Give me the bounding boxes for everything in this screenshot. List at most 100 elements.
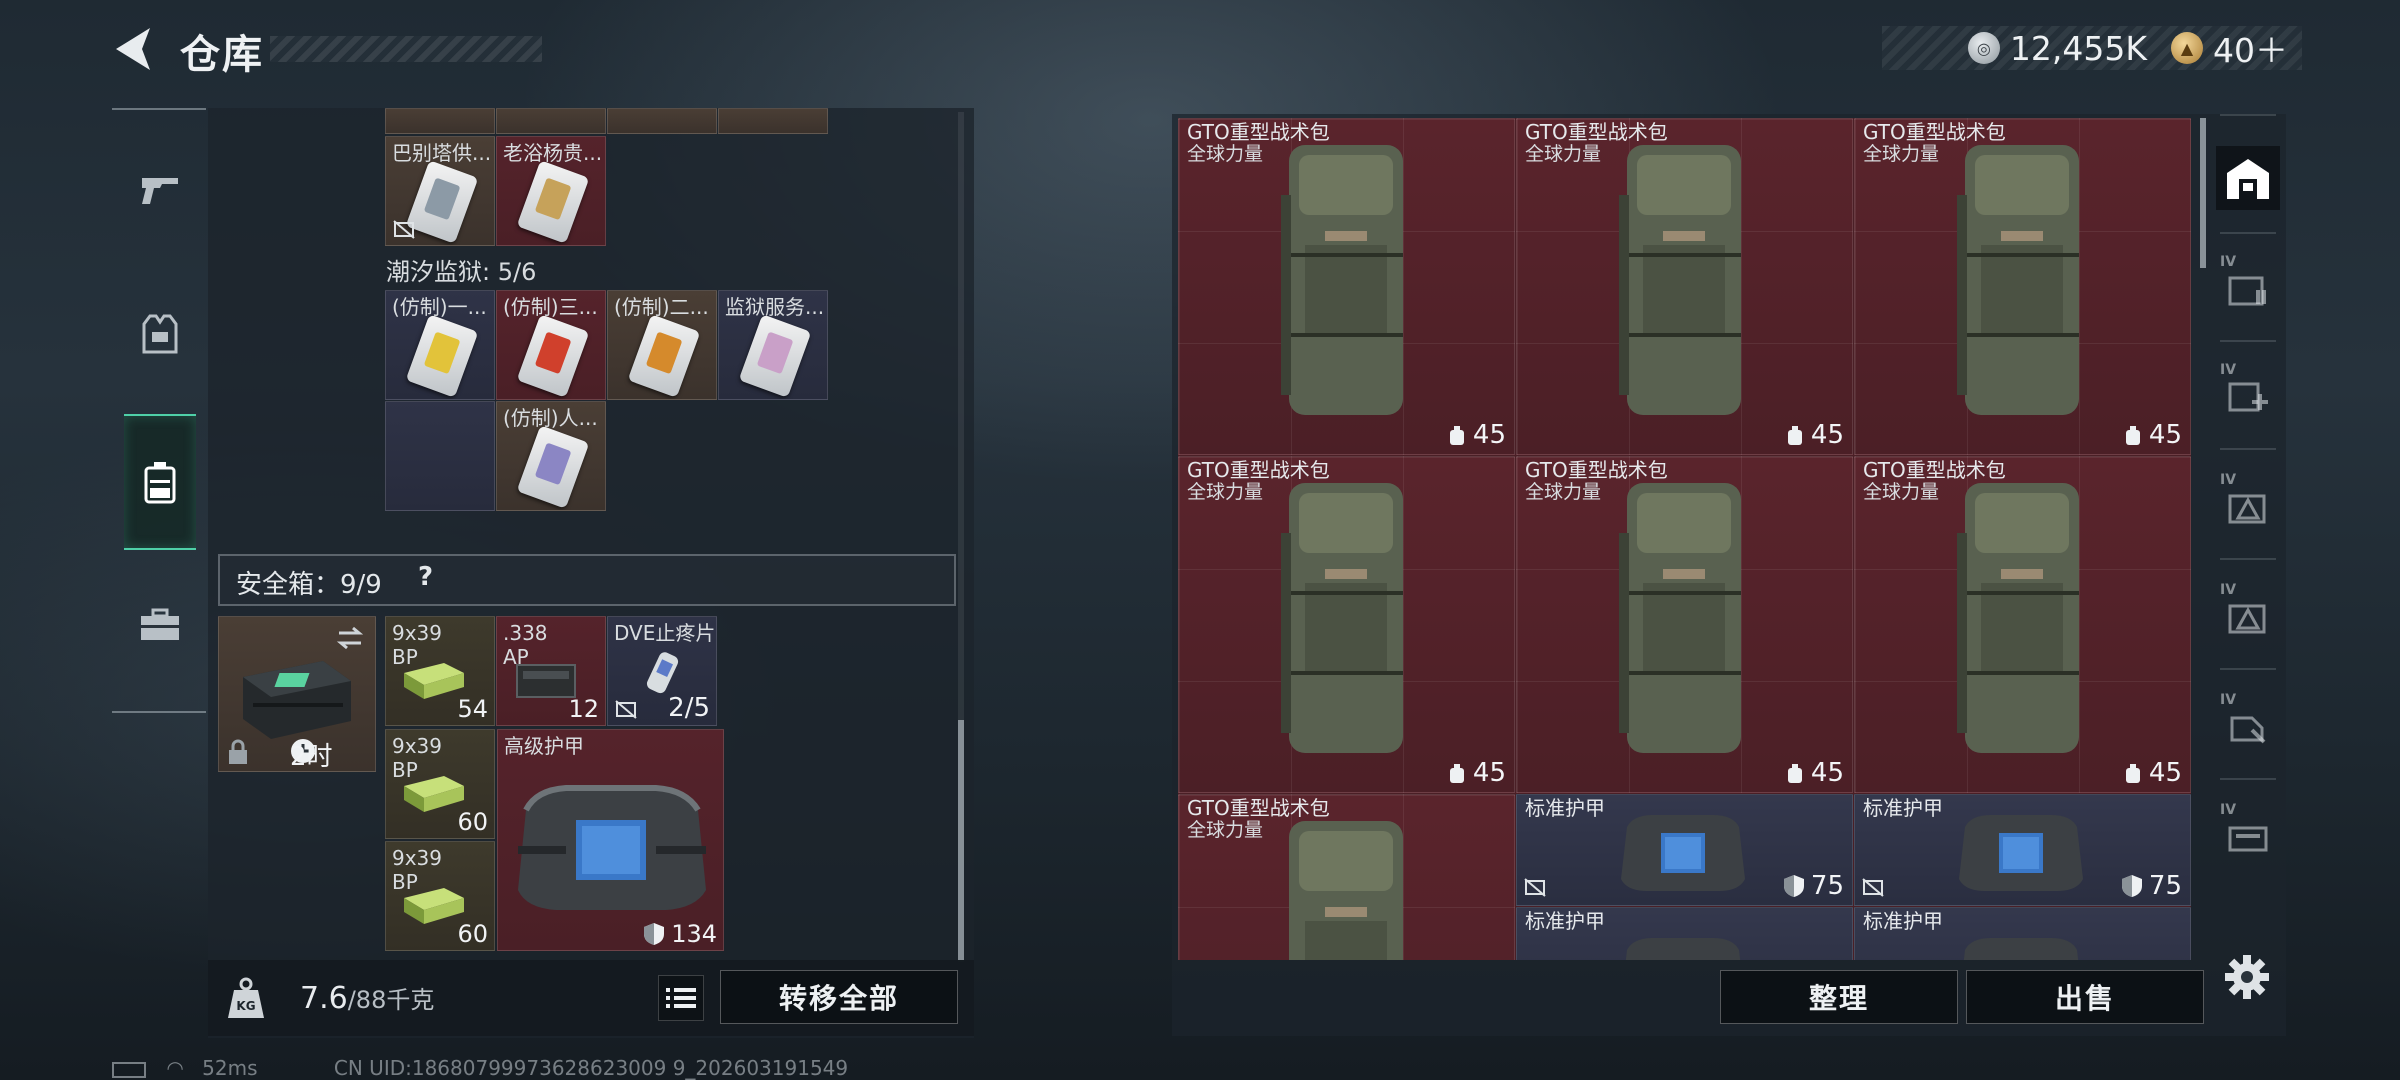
tab-storage-3[interactable]: IV xyxy=(2216,362,2280,428)
inventory-item-card[interactable]: (仿制)人... xyxy=(496,401,606,511)
storage-item-armor[interactable]: 标准护甲 xyxy=(1516,907,1853,960)
backpack-icon xyxy=(1957,483,2079,753)
storage-item-armor[interactable]: 标准护甲 xyxy=(1854,907,2191,960)
inventory-empty-slot[interactable] xyxy=(385,401,495,511)
storage-item-backpack[interactable]: GTO重型战术包 全球力量 xyxy=(1178,794,1515,960)
item-subtitle: 全球力量 xyxy=(1525,481,1602,503)
ammo-item[interactable]: 9x39 BP 60 xyxy=(385,841,495,951)
inventory-item-card[interactable]: 监狱服务... xyxy=(718,290,828,400)
armor-vest-icon xyxy=(1621,815,1745,891)
capacity-badge: 45 xyxy=(2123,758,2182,788)
carry-weight-max: /88千克 xyxy=(347,986,435,1014)
item-subtitle: 全球力量 xyxy=(1863,481,1940,503)
storage-item-backpack[interactable]: GTO重型战术包 全球力量 45 xyxy=(1854,118,2191,455)
backpack-icon xyxy=(1619,483,1741,753)
inventory-item-card[interactable]: (仿制)一... xyxy=(385,290,495,400)
warning-box-icon xyxy=(2228,494,2266,524)
capacity-value: 45 xyxy=(1472,420,1506,450)
tier-label: IV xyxy=(2220,362,2237,378)
swap-icon[interactable] xyxy=(335,625,365,651)
nav-tools[interactable] xyxy=(124,588,196,660)
item-name: 巴别塔供... xyxy=(392,141,492,165)
transfer-all-button[interactable]: 转移全部 xyxy=(720,970,958,1024)
tab-storage-2[interactable]: IV xyxy=(2216,254,2280,320)
inventory-item-partial[interactable] xyxy=(385,108,495,134)
armor-durability-value: 75 xyxy=(2148,871,2182,901)
storage-item-backpack[interactable]: GTO重型战术包 全球力量 45 xyxy=(1178,118,1515,455)
keycard-icon xyxy=(738,314,812,398)
item-name: (仿制)人... xyxy=(503,406,598,430)
backpack-icon xyxy=(1281,145,1403,415)
weapon-case-icon xyxy=(2228,826,2268,852)
tab-storage-4[interactable]: IV xyxy=(2216,472,2280,538)
back-arrow-icon xyxy=(116,28,150,70)
safe-box-label: 安全箱：9/9 xyxy=(236,570,382,600)
svg-text:KG: KG xyxy=(236,999,255,1013)
item-name: (仿制)三... xyxy=(503,295,598,319)
backpack-capacity-icon xyxy=(2125,764,2140,783)
silver-currency-value: 12,455K xyxy=(2009,28,2147,68)
storage-item-backpack[interactable]: GTO重型战术包 全球力量 45 xyxy=(1516,456,1853,793)
wifi-icon: ◠ xyxy=(166,1056,184,1080)
tab-storage-6[interactable]: IV xyxy=(2216,692,2280,758)
backpack-icon xyxy=(1957,145,2079,415)
inventory-item-card[interactable]: (仿制)三... xyxy=(496,290,606,400)
storage-item-backpack[interactable]: GTO重型战术包 全球力量 45 xyxy=(1178,456,1515,793)
back-button[interactable] xyxy=(110,24,156,74)
armor-vest-icon xyxy=(1625,938,1741,960)
tab-main-storage[interactable] xyxy=(2216,146,2280,210)
keycard-icon xyxy=(516,425,590,509)
item-subtitle: 全球力量 xyxy=(1187,819,1264,841)
status-bar: ◠ 52ms CN UID:18680799973628623009 9_202… xyxy=(112,1056,848,1080)
backpack-icon xyxy=(1619,145,1741,415)
list-view-button[interactable] xyxy=(658,975,704,1021)
armor-vest-icon xyxy=(142,314,178,354)
armor-item[interactable]: 高级护甲 134 xyxy=(497,729,724,951)
storage-item-armor[interactable]: 标准护甲 75 xyxy=(1516,794,1853,906)
nav-backpack[interactable] xyxy=(124,414,196,550)
safe-case-icon xyxy=(243,661,351,739)
tab-storage-5[interactable]: IV xyxy=(2216,582,2280,648)
storage-tab-rail: IV IV IV IV IV IV xyxy=(2206,114,2286,974)
lock-icon xyxy=(229,739,247,764)
backpack-capacity-icon xyxy=(1787,426,1802,445)
backpack-icon xyxy=(144,462,176,504)
capacity-value: 45 xyxy=(1472,758,1506,788)
item-count: 54 xyxy=(457,695,488,723)
weight-kg-icon: KG xyxy=(228,977,264,1018)
backpack-capacity-icon xyxy=(2125,426,2140,445)
storage-home-icon xyxy=(2227,159,2269,199)
item-count: 60 xyxy=(457,920,488,948)
nav-weapons[interactable] xyxy=(124,154,196,226)
ammo-item[interactable]: 9x39 BP 54 xyxy=(385,616,495,726)
sell-button[interactable]: 出售 xyxy=(1966,970,2204,1024)
ammo-item[interactable]: 9x39 BP 60 xyxy=(385,729,495,839)
inventory-item-partial[interactable] xyxy=(496,108,606,134)
inventory-item-card[interactable]: 老浴杨贵... xyxy=(496,136,606,246)
inventory-item-partial[interactable] xyxy=(718,108,828,134)
item-subtitle: 全球力量 xyxy=(1187,143,1264,165)
nav-armor[interactable] xyxy=(124,298,196,370)
tab-storage-7[interactable]: IV xyxy=(2216,802,2280,868)
inventory-item-card[interactable]: (仿制)二... xyxy=(607,290,717,400)
item-name: 监狱服务... xyxy=(725,295,825,319)
tier-label: IV xyxy=(2220,472,2237,488)
keycard-icon xyxy=(405,314,479,398)
ammo-item[interactable]: .338 AP 12 xyxy=(496,616,606,726)
medicine-item[interactable]: DVE止疼片 2/5 xyxy=(607,616,717,726)
capacity-badge: 45 xyxy=(1447,758,1506,788)
silver-coin-icon: ◎ xyxy=(1967,32,2000,64)
storage-item-backpack[interactable]: GTO重型战术包 全球力量 45 xyxy=(1516,118,1853,455)
currency-bar: ◎ 12,455K ▲ 40＋ xyxy=(1882,26,2302,70)
storage-item-armor[interactable]: 标准护甲 75 xyxy=(1854,794,2191,906)
safe-box-help-button[interactable]: ? xyxy=(418,562,433,592)
settings-gear-icon[interactable] xyxy=(2222,952,2272,1002)
inventory-item-card[interactable]: 巴别塔供... xyxy=(385,136,495,246)
no-insurance-icon xyxy=(1524,878,1546,897)
warning-box-icon xyxy=(2228,604,2266,634)
storage-item-backpack[interactable]: GTO重型战术包 全球力量 45 xyxy=(1854,456,2191,793)
inventory-item-partial[interactable] xyxy=(607,108,717,134)
inventory-scrollbar-thumb[interactable] xyxy=(958,720,964,960)
tidy-button[interactable]: 整理 xyxy=(1720,970,1958,1024)
title-decoration xyxy=(270,36,542,62)
